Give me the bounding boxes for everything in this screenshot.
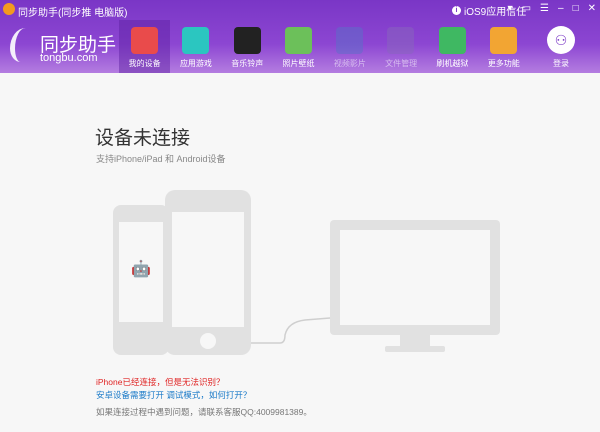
android-debug-link[interactable]: 安卓设备需要打开 调试模式，如何打开？	[96, 389, 251, 401]
connection-illustration: 🤖	[113, 190, 500, 355]
iphone-unrecognized-link[interactable]: iPhone已经连接，但是无法识别？	[96, 376, 224, 388]
usb-cable	[251, 317, 331, 344]
help-text: 如果连接过程中遇到问题，请联系客服QQ:4009981389。	[96, 407, 312, 417]
monitor-stand	[385, 346, 445, 352]
home-button	[200, 333, 216, 349]
android-icon: 🤖	[131, 259, 151, 278]
